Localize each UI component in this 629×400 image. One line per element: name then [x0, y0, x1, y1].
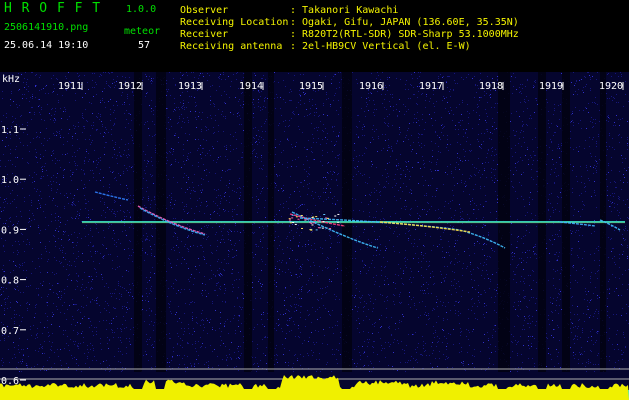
x-tick-label: 1919 [539, 81, 563, 92]
echo-pixel [312, 222, 315, 224]
echo-pixel [329, 228, 332, 230]
echo-pixel [295, 221, 298, 223]
echo-pixel [288, 219, 291, 221]
noise-layer [0, 72, 629, 400]
echo-pixel [337, 213, 340, 215]
echo-pixel [323, 214, 326, 216]
echo-pixel [291, 214, 294, 216]
echo-pixel [308, 221, 311, 223]
echo-pixel [318, 220, 321, 222]
echo-pixel [289, 220, 292, 222]
info-value-antenna: : 2el-HB9CV Vertical (el. E-W) [290, 41, 471, 52]
echo-pixel [325, 227, 328, 229]
echo-pixel [295, 216, 298, 218]
echo-pixel [311, 224, 314, 226]
info-label-receiver: Receiver [180, 29, 229, 40]
spectrogram-svg: kHz 1.1 1.0 0.9 0.8 0.7 0.6 1911 1912 1913 1914 191… [0, 72, 629, 400]
info-label-antenna: Receiving antenna [180, 41, 283, 52]
y-tick-label: 1.0 [1, 175, 19, 186]
echo-pixel [289, 222, 292, 224]
x-tick-label: 1917 [419, 81, 443, 92]
info-label-location: Receiving Location [180, 17, 289, 28]
x-tick-label: 1915 [299, 81, 323, 92]
info-value-receiver: : R820T2(RTL-SDR) SDR-Sharp 53.1000MHz [290, 29, 519, 40]
meteor-count-value: 57 [138, 40, 151, 51]
echo-pixel [337, 221, 340, 223]
info-value-observer: : Takanori Kawachi [290, 5, 399, 16]
app-title: H R O F F T [4, 1, 102, 16]
capture-timestamp: 25.06.14 19:10 [4, 40, 89, 51]
capture-filename: 2506141910.png [4, 22, 89, 33]
y-tick-label: 0.9 [1, 225, 19, 236]
echo-pixel [300, 215, 303, 217]
x-tick-label: 1914 [239, 81, 263, 92]
echo-pixel [312, 216, 315, 218]
echo-pixel [310, 229, 313, 231]
x-tick-label: 1920 [599, 81, 623, 92]
echo-pixel [310, 222, 313, 224]
meteor-count-label: meteor [124, 26, 161, 37]
echo-pixel [294, 223, 297, 225]
echo-pixel [292, 222, 295, 224]
echo-pixel [315, 229, 318, 231]
header-panel: H R O F F T 1.0.0 2506141910.png meteor … [0, 0, 629, 72]
y-tick-label: 0.7 [1, 326, 19, 337]
x-tick-label: 1913 [178, 81, 202, 92]
noise-background [0, 72, 629, 400]
echo-pixel [315, 216, 318, 218]
app-version: 1.0.0 [126, 4, 157, 15]
y-axis-unit: kHz [2, 74, 20, 85]
y-tick-label: 0.6 [1, 376, 19, 387]
spectrogram-area: kHz 1.1 1.0 0.9 0.8 0.7 0.6 1911 1912 1913 1914 191… [0, 72, 629, 400]
info-value-location: : Ogaki, Gifu, JAPAN (136.60E, 35.35N) [290, 17, 519, 28]
x-tick-label: 1916 [359, 81, 383, 92]
echo-pixel [322, 221, 325, 223]
y-tick-label: 1.1 [1, 125, 19, 136]
hrofft-window: H R O F F T 1.0.0 2506141910.png meteor … [0, 0, 629, 400]
echo-pixel [304, 219, 307, 221]
y-tick-label: 0.8 [1, 276, 19, 287]
x-tick-label: 1918 [479, 81, 503, 92]
x-tick-label: 1912 [118, 81, 142, 92]
echo-pixel [291, 217, 294, 219]
echo-pixel [300, 227, 303, 229]
echo-pixel [327, 217, 330, 219]
echo-pixel [288, 218, 291, 220]
echo-pixel [321, 227, 324, 229]
info-label-observer: Observer [180, 5, 229, 16]
x-tick-label: 1911 [58, 81, 82, 92]
echo-pixel [317, 227, 320, 229]
echo-pixel [297, 218, 300, 220]
echo-pixel [334, 215, 337, 217]
